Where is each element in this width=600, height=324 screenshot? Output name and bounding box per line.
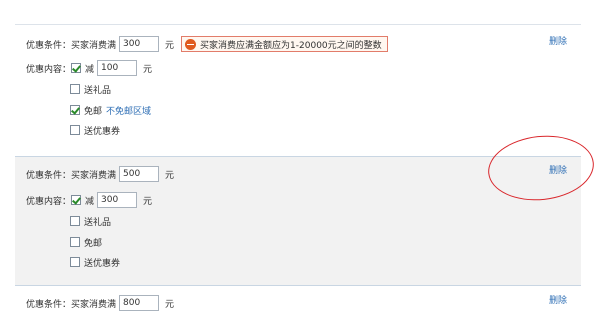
free-shipping-option: 免邮 不免邮区域 <box>70 103 151 117</box>
condition-prefix: 买家消费满 <box>71 170 117 181</box>
condition-prefix: 买家消费满 <box>71 299 117 310</box>
coupon-label: 送优惠券 <box>84 258 121 269</box>
threshold-input[interactable]: 800 <box>119 295 160 311</box>
threshold-input[interactable]: 300 <box>119 36 160 52</box>
reduce-amount-input[interactable]: 300 <box>97 192 138 208</box>
threshold-input[interactable]: 500 <box>119 166 160 182</box>
free-shipping-checkbox[interactable] <box>70 237 80 247</box>
condition-label: 优惠条件： <box>26 170 72 181</box>
free-shipping-checkbox[interactable] <box>70 105 80 115</box>
coupon-checkbox[interactable] <box>70 257 80 267</box>
reduce-amount-input[interactable]: 100 <box>97 60 138 76</box>
reduce-checkbox[interactable] <box>71 63 82 73</box>
delete-link[interactable]: 删除 <box>549 34 567 47</box>
condition-label: 优惠条件： <box>26 40 72 51</box>
gift-label: 送礼品 <box>84 85 112 96</box>
coupon-checkbox[interactable] <box>70 125 80 135</box>
error-text: 买家消费应满金额应为1-20000元之间的整数 <box>200 40 382 51</box>
condition-label: 优惠条件： <box>26 299 72 310</box>
content-row: 优惠内容： 减 100 元 <box>26 59 152 77</box>
coupon-option: 送优惠券 <box>70 255 120 269</box>
content-label: 优惠内容： <box>26 64 72 75</box>
error-icon <box>185 38 197 50</box>
discount-rule-1: 删除 优惠条件： 买家消费满 300 元 买家消费应满金额应为1-20000元之… <box>15 25 581 153</box>
condition-row: 优惠条件： 买家消费满 800 元 <box>26 294 174 312</box>
reduce-label: 减 <box>85 64 95 75</box>
gift-label: 送礼品 <box>84 217 112 228</box>
free-shipping-label: 免邮 <box>84 106 103 117</box>
yuan-unit: 元 <box>143 64 153 75</box>
gift-option: 送礼品 <box>70 82 111 96</box>
reduce-checkbox[interactable] <box>71 195 82 205</box>
error-tooltip: 买家消费应满金额应为1-20000元之间的整数 <box>181 36 388 52</box>
discount-rule-3: 删除 优惠条件： 买家消费满 800 元 <box>15 287 581 324</box>
coupon-option: 送优惠券 <box>70 123 120 137</box>
content-row: 优惠内容： 减 300 元 <box>26 191 152 209</box>
yuan-unit: 元 <box>165 40 175 51</box>
content-label: 优惠内容： <box>26 196 72 207</box>
reduce-label: 减 <box>85 196 95 207</box>
free-shipping-option: 免邮 <box>70 235 102 249</box>
gift-option: 送礼品 <box>70 214 111 228</box>
yuan-unit: 元 <box>165 299 175 310</box>
free-shipping-label: 免邮 <box>84 238 103 249</box>
condition-prefix: 买家消费满 <box>71 40 117 51</box>
gift-checkbox[interactable] <box>70 216 80 226</box>
yuan-unit: 元 <box>143 196 153 207</box>
condition-row: 优惠条件： 买家消费满 300 元 买家消费应满金额应为1-20000元之间的整… <box>26 35 388 53</box>
coupon-label: 送优惠券 <box>84 126 121 137</box>
exempt-region-link[interactable]: 不免邮区域 <box>106 104 151 117</box>
yuan-unit: 元 <box>165 170 175 181</box>
condition-row: 优惠条件： 买家消费满 500 元 <box>26 165 174 183</box>
gift-checkbox[interactable] <box>70 84 80 94</box>
delete-link[interactable]: 删除 <box>549 293 567 306</box>
